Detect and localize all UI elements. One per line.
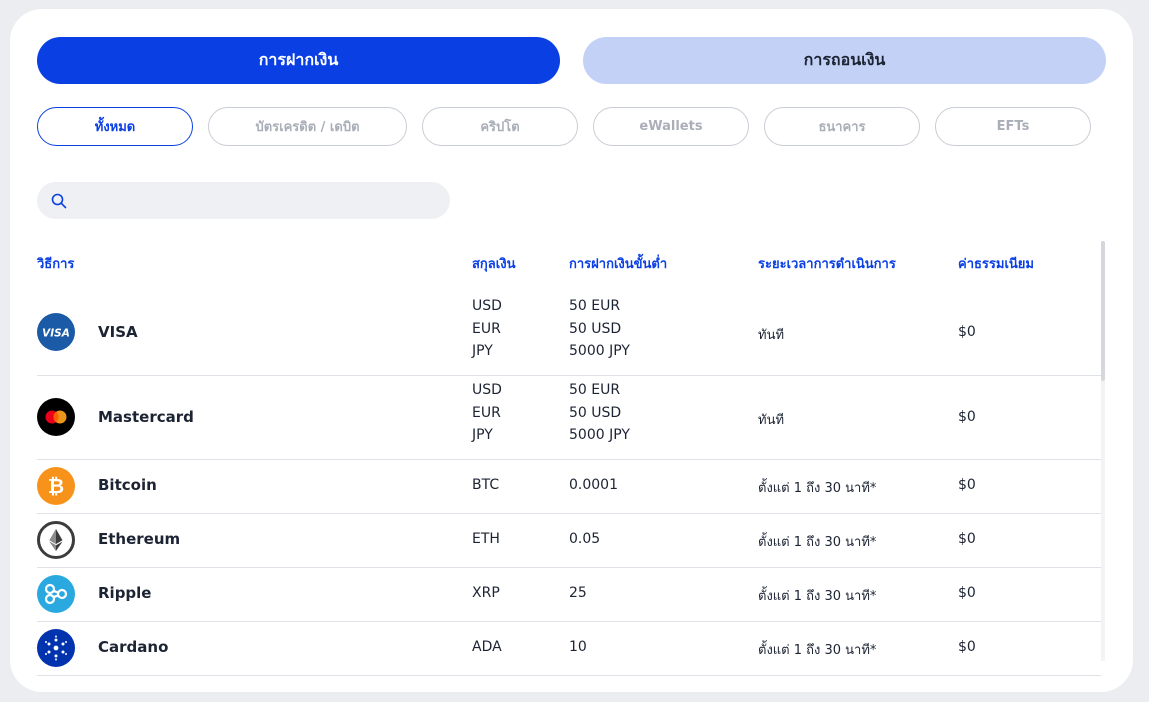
filter-ewallets[interactable]: eWallets	[593, 107, 749, 146]
header-fee: ค่าธรรมเนียม	[958, 257, 1034, 272]
minimum-list: 50 EUR 50 USD 5000 JPY	[569, 298, 630, 359]
mastercard-icon	[37, 398, 75, 436]
search-icon	[51, 193, 67, 208]
tab-deposit[interactable]: การฝากเงิน	[37, 37, 560, 84]
method-name: Ethereum	[98, 530, 181, 548]
method-name: VISA	[98, 323, 138, 341]
table-header: วิธีการ สกุลเงิน การฝากเงินขั้นต่ำ ระยะเ…	[37, 247, 1101, 292]
method-name: Bitcoin	[98, 476, 157, 494]
method-name: Mastercard	[98, 408, 194, 426]
processing-time: ตั้งแต่ 1 ถึง 30 นาที*	[758, 535, 877, 550]
ethereum-icon	[37, 521, 75, 559]
ripple-icon	[37, 575, 75, 613]
minimum: 25	[569, 585, 587, 601]
deposit-withdraw-tabs: การฝากเงิน การถอนเงิน	[37, 37, 1106, 84]
processing-time: ตั้งแต่ 1 ถึง 30 นาที*	[758, 589, 877, 604]
fee: $0	[958, 324, 976, 340]
fee: $0	[958, 409, 976, 425]
filter-all[interactable]: ทั้งหมด	[37, 107, 193, 146]
method-filters: ทั้งหมด บัตรเครดิต / เดบิต คริปโต eWalle…	[37, 107, 1097, 148]
header-min-deposit: การฝากเงินขั้นต่ำ	[569, 257, 668, 272]
table-scrollbar[interactable]	[1101, 241, 1105, 661]
currency-list: USD EUR JPY	[472, 382, 502, 443]
header-method: วิธีการ	[37, 257, 75, 272]
filter-cards[interactable]: บัตรเครดิต / เดบิต	[208, 107, 407, 146]
table-row-cardano[interactable]: Cardano ADA 10 ตั้งแต่ 1 ถึง 30 นาที* $0	[37, 622, 1101, 676]
table-row-bitcoin[interactable]: ₿ Bitcoin BTC 0.0001 ตั้งแต่ 1 ถึง 30 นา…	[37, 460, 1101, 514]
currency: ETH	[472, 531, 500, 547]
methods-table: วิธีการ สกุลเงิน การฝากเงินขั้นต่ำ ระยะเ…	[37, 247, 1101, 676]
fee: $0	[958, 531, 976, 547]
visa-icon: VISA	[37, 313, 75, 351]
header-currency: สกุลเงิน	[472, 257, 516, 272]
filter-banks[interactable]: ธนาคาร	[764, 107, 920, 146]
currency-list: USD EUR JPY	[472, 298, 502, 359]
table-row-visa[interactable]: VISA VISA USD EUR JPY 50 EUR 50 USD 5000 JPY…	[37, 292, 1101, 376]
payment-methods-card: การฝากเงิน การถอนเงิน ทั้งหมด บัตรเครดิต…	[10, 9, 1133, 692]
fee: $0	[958, 477, 976, 493]
table-row-ethereum[interactable]: Ethereum ETH 0.05 ตั้งแต่ 1 ถึง 30 นาที*…	[37, 514, 1101, 568]
fee: $0	[958, 585, 976, 601]
header-processing-time: ระยะเวลาการดำเนินการ	[758, 257, 896, 272]
svg-text:₿: ₿	[48, 474, 64, 498]
method-name: Cardano	[98, 638, 169, 656]
minimum-list: 50 EUR 50 USD 5000 JPY	[569, 382, 630, 443]
minimum: 0.05	[569, 531, 601, 547]
method-name: Ripple	[98, 584, 152, 602]
svg-text:VISA: VISA	[42, 328, 70, 340]
scrollbar-thumb[interactable]	[1101, 241, 1105, 381]
fee: $0	[958, 639, 976, 655]
processing-time: ทันที	[758, 413, 785, 428]
minimum: 0.0001	[569, 477, 618, 493]
currency: BTC	[472, 477, 500, 493]
tab-withdraw[interactable]: การถอนเงิน	[583, 37, 1106, 84]
table-row-ripple[interactable]: Ripple XRP 25 ตั้งแต่ 1 ถึง 30 นาที* $0	[37, 568, 1101, 622]
processing-time: ทันที	[758, 328, 785, 343]
filter-crypto[interactable]: คริปโต	[422, 107, 578, 146]
currency: ADA	[472, 639, 502, 655]
currency: XRP	[472, 585, 500, 601]
search-input[interactable]	[75, 184, 450, 217]
processing-time: ตั้งแต่ 1 ถึง 30 นาที*	[758, 481, 877, 496]
search-bar[interactable]	[37, 182, 450, 219]
processing-time: ตั้งแต่ 1 ถึง 30 นาที*	[758, 643, 877, 658]
table-row-mastercard[interactable]: Mastercard USD EUR JPY 50 EUR 50 USD 5000 JP…	[37, 376, 1101, 460]
minimum: 10	[569, 639, 587, 655]
bitcoin-icon: ₿	[37, 467, 75, 505]
filter-efts[interactable]: EFTs	[935, 107, 1091, 146]
cardano-icon	[37, 629, 75, 667]
